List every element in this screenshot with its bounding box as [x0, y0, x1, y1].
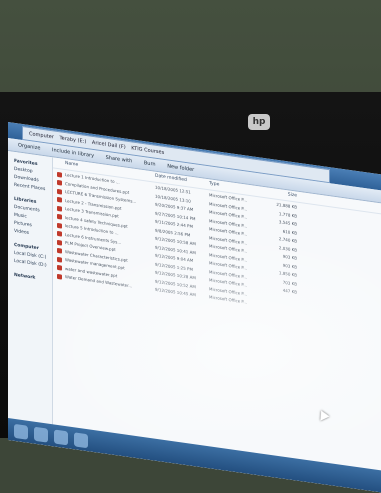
start-button[interactable] — [14, 423, 28, 440]
powerpoint-file-icon — [57, 239, 62, 246]
navigation-pane: Favorites Desktop Downloads Recent Place… — [8, 151, 53, 447]
powerpoint-file-icon — [57, 171, 62, 178]
nav-network[interactable]: Network — [8, 271, 52, 285]
share-with-button[interactable]: Share with — [106, 155, 133, 165]
breadcrumb-folder[interactable]: KTIG Courses — [131, 145, 164, 156]
powerpoint-file-icon — [57, 256, 62, 263]
new-folder-button[interactable]: New folder — [167, 163, 194, 173]
powerpoint-file-icon — [57, 230, 62, 237]
powerpoint-file-icon — [57, 222, 62, 229]
taskbar-media-icon[interactable] — [74, 432, 88, 449]
powerpoint-file-icon — [57, 196, 62, 203]
breadcrumb-drive-f[interactable]: Aricel Dail (F) — [92, 140, 126, 151]
powerpoint-file-icon — [57, 213, 62, 220]
hp-logo: hp — [248, 114, 270, 130]
laptop-screen: Computer Teraby (E:) Aricel Dail (F) KTI… — [8, 122, 381, 493]
taskbar-ie-icon[interactable] — [34, 426, 48, 443]
powerpoint-file-icon — [57, 179, 62, 186]
powerpoint-file-icon — [57, 264, 62, 271]
breadcrumb-computer[interactable]: Computer — [29, 131, 54, 140]
powerpoint-file-icon — [57, 188, 62, 195]
powerpoint-file-icon — [57, 273, 62, 280]
taskbar-explorer-icon[interactable] — [54, 429, 68, 446]
organize-button[interactable]: Organize — [18, 142, 40, 151]
powerpoint-file-icon — [57, 205, 62, 212]
burn-button[interactable]: Burn — [144, 160, 156, 168]
powerpoint-file-icon — [57, 247, 62, 254]
breadcrumb-drive-e[interactable]: Teraby (E:) — [59, 135, 86, 145]
